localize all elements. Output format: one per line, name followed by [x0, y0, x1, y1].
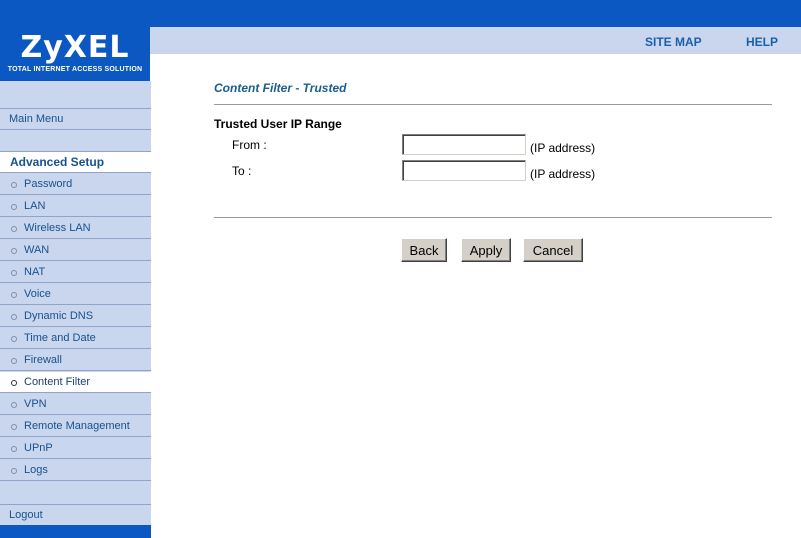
sidebar-item-label: VPN [24, 398, 47, 410]
sidebar-spacer [0, 81, 151, 109]
cancel-button[interactable]: Cancel [523, 238, 583, 262]
sidebar-item-wireless-lan[interactable]: Wireless LAN [0, 218, 151, 239]
bullet-icon [11, 248, 17, 254]
sidebar-spacer [0, 130, 151, 152]
sidebar-item-nat[interactable]: NAT [0, 262, 151, 283]
bullet-icon [11, 380, 17, 386]
sidebar-item-label: Wireless LAN [24, 222, 91, 234]
sidebar-item-label: Logout [9, 509, 43, 521]
sidebar-item-voice[interactable]: Voice [0, 284, 151, 305]
sidebar-item-label: Logs [24, 464, 48, 476]
help-link[interactable]: HELP [746, 35, 778, 49]
sidebar-item-label: Password [24, 178, 73, 190]
bullet-icon [11, 446, 17, 452]
sidebar-item-label: Main Menu [9, 113, 64, 125]
sidebar-item-main-menu[interactable]: Main Menu [0, 109, 151, 130]
sidebar-item-lan[interactable]: LAN [0, 196, 151, 217]
sidebar-item-label: Dynamic DNS [24, 310, 94, 322]
sidebar-footer-band [0, 525, 151, 538]
sidebar-item-firewall[interactable]: Firewall [0, 350, 151, 371]
bullet-icon [11, 270, 17, 276]
from-label: From : [232, 138, 267, 152]
bullet-icon [11, 182, 17, 188]
divider [214, 217, 772, 219]
sidebar-item-logout[interactable]: Logout [0, 505, 151, 526]
sidebar-item-time-and-date[interactable]: Time and Date [0, 328, 151, 349]
sidebar-item-label: LAN [24, 200, 46, 212]
sidebar-item-dynamic-dns[interactable]: Dynamic DNS [0, 306, 151, 327]
page-title: Content Filter - Trusted [214, 81, 347, 95]
bullet-icon [11, 424, 17, 430]
sidebar-item-label: WAN [24, 244, 50, 256]
site-map-link[interactable]: SITE MAP [645, 35, 702, 49]
sidebar-item-label: UPnP [24, 442, 53, 454]
sidebar-item-label: Firewall [24, 354, 62, 366]
logo: ZyXEL TOTAL INTERNET ACCESS SOLUTION [0, 27, 150, 81]
top-banner [0, 0, 801, 27]
logo-tagline: TOTAL INTERNET ACCESS SOLUTION [7, 66, 143, 73]
sidebar-item-logs[interactable]: Logs [0, 460, 151, 481]
from-ip-hint: (IP address) [530, 141, 596, 155]
bullet-icon [11, 336, 17, 342]
sidebar-item-remote-management[interactable]: Remote Management [0, 416, 151, 437]
bullet-icon [11, 204, 17, 210]
sidebar-item-content-filter[interactable]: Content Filter [0, 372, 151, 393]
sidebar: Main Menu Advanced Setup Password LAN Wi… [0, 81, 151, 538]
to-ip-input[interactable] [402, 160, 526, 181]
bullet-icon [11, 226, 17, 232]
from-ip-input[interactable] [402, 134, 526, 155]
sidebar-item-label: Time and Date [24, 332, 96, 344]
apply-button[interactable]: Apply [461, 238, 511, 262]
sidebar-item-wan[interactable]: WAN [0, 240, 151, 261]
sidebar-item-password[interactable]: Password [0, 174, 151, 195]
top-nav-band [150, 27, 801, 54]
sidebar-item-vpn[interactable]: VPN [0, 394, 151, 415]
sidebar-item-label: NAT [24, 266, 46, 278]
sidebar-section-label: Advanced Setup [10, 155, 105, 169]
bullet-icon [11, 292, 17, 298]
section-title: Trusted User IP Range [214, 117, 342, 131]
sidebar-section-advanced-setup: Advanced Setup [0, 151, 151, 173]
bullet-icon [11, 402, 17, 408]
logo-title: ZyXEL [20, 30, 130, 65]
to-label: To : [232, 164, 252, 178]
divider [214, 104, 772, 106]
sidebar-item-upnp[interactable]: UPnP [0, 438, 151, 459]
sidebar-item-label: Content Filter [24, 376, 91, 388]
back-button[interactable]: Back [401, 238, 447, 262]
bullet-icon [11, 468, 17, 474]
sidebar-spacer [0, 481, 151, 505]
bullet-icon [11, 314, 17, 320]
content-corner [150, 54, 801, 84]
to-ip-hint: (IP address) [530, 167, 596, 181]
sidebar-item-label: Voice [24, 288, 51, 300]
bullet-icon [11, 358, 17, 364]
sidebar-item-label: Remote Management [24, 420, 130, 432]
